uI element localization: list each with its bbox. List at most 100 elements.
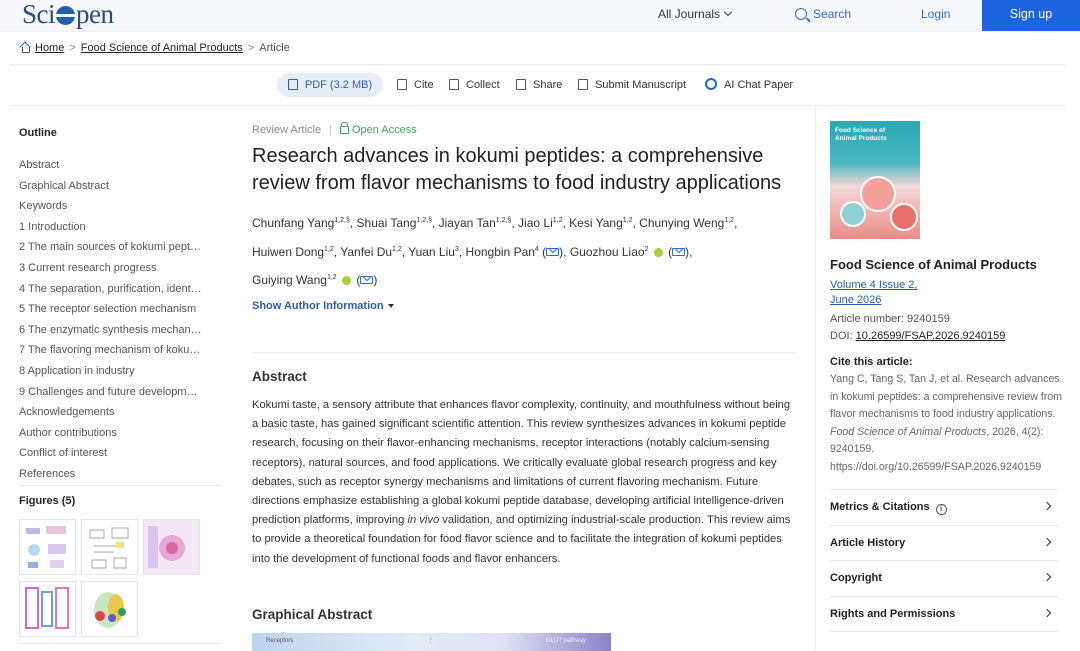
outline-title: Outline xyxy=(19,127,57,139)
breadcrumb-current: Article xyxy=(259,42,290,54)
author-affiliation: 3 xyxy=(454,245,459,253)
outline-item[interactable]: 6 The enzymatic synthesis mechanism xyxy=(19,323,203,344)
volume-issue-link[interactable]: Volume 4 Issue 2, June 2026 xyxy=(830,278,917,308)
outline-item[interactable]: Author contributions xyxy=(19,426,203,447)
outline-item[interactable]: 8 Application in industry xyxy=(19,364,203,385)
outline-item[interactable]: 3 Current research progress xyxy=(19,261,203,282)
author[interactable]: Kesi Yang1,2 xyxy=(569,216,632,230)
author-name: Guiying Wang xyxy=(252,273,327,287)
author[interactable]: Jiao Li1,2 xyxy=(518,216,562,230)
show-author-information-button[interactable]: Show Author Information xyxy=(252,300,797,312)
graphical-abstract-image[interactable]: Receptors ¦ GLUT pathway xyxy=(252,633,611,651)
collect-button[interactable]: Collect xyxy=(449,73,500,97)
article-title: Research advances in kokumi peptides: a … xyxy=(252,145,782,194)
outline-item[interactable]: Acknowledgements xyxy=(19,405,203,426)
home-icon xyxy=(20,42,31,53)
ai-chat-paper-button[interactable]: AI Chat Paper xyxy=(705,73,793,97)
figures-title: Figures (5) xyxy=(19,495,76,507)
author[interactable]: Hongbin Pan4 () xyxy=(466,245,564,259)
breadcrumb-home[interactable]: Home xyxy=(35,42,64,54)
figure-thumbnail[interactable] xyxy=(143,519,200,575)
outline-sidebar: Outline Abstract Graphical Abstract Keywor… xyxy=(19,127,224,488)
orcid-icon[interactable] xyxy=(342,276,352,285)
outline-item[interactable]: 7 The flavoring mechanism of kokumi pept… xyxy=(19,343,203,364)
breadcrumb-separator: > xyxy=(69,42,76,54)
share-icon xyxy=(516,79,526,90)
author-affiliation: 1,2 xyxy=(392,245,402,253)
outline-item[interactable]: Keywords xyxy=(19,199,203,220)
outline-item[interactable]: 1 Introduction xyxy=(19,220,203,241)
sign-up-button[interactable]: Sign up xyxy=(982,0,1080,31)
all-journals-menu[interactable]: All Journals xyxy=(658,0,733,31)
rights-permissions-label: Rights and Permissions xyxy=(830,608,956,620)
figure-thumbnail[interactable] xyxy=(81,581,138,637)
doi-link[interactable]: 10.26599/FSAP.2026.9240159 xyxy=(856,330,1006,342)
citation-text: Yang C, Tang S, Tan J, et al. Research a… xyxy=(830,371,1062,477)
divider xyxy=(252,352,797,353)
cite-label: Cite xyxy=(414,79,434,91)
doi-line: DOI: 10.26599/FSAP.2026.9240159 xyxy=(830,328,1005,345)
email-icon[interactable] xyxy=(546,247,560,256)
chevron-down-icon xyxy=(723,7,733,17)
outline-item[interactable]: 4 The separation, purification, identifi… xyxy=(19,282,203,303)
figure-thumbnail[interactable] xyxy=(19,519,76,575)
panel-divider xyxy=(815,106,816,651)
outline-item[interactable]: 5 The receptor selection mechanism xyxy=(19,302,203,323)
author[interactable]: Chunfang Yang1,2,§ xyxy=(252,216,350,230)
cite-button[interactable]: Cite xyxy=(397,73,434,97)
email-icon[interactable] xyxy=(360,276,374,284)
author[interactable]: Shuai Tang1,2,§ xyxy=(357,216,432,230)
pdf-download-button[interactable]: PDF (3.2 MB) xyxy=(277,73,383,97)
outline-item[interactable]: 9 Challenges and future developments xyxy=(19,385,203,406)
email-icon[interactable] xyxy=(672,247,686,256)
graphical-abstract-heading: Graphical Abstract xyxy=(252,607,373,622)
outline-item[interactable]: Conflict of interest xyxy=(19,446,203,467)
manuscript-icon xyxy=(578,79,588,90)
article-history-row[interactable]: Article History xyxy=(830,525,1058,560)
author[interactable]: Jiayan Tan1,2,§ xyxy=(439,216,512,230)
rights-permissions-row[interactable]: Rights and Permissions xyxy=(830,596,1058,631)
submit-manuscript-button[interactable]: Submit Manuscript xyxy=(578,73,686,97)
search-label: Search xyxy=(813,7,852,21)
copyright-row[interactable]: Copyright xyxy=(830,560,1058,595)
search-button[interactable]: Search xyxy=(795,0,851,31)
abstract-heading: Abstract xyxy=(252,369,307,384)
author-name: Yanfei Du xyxy=(340,244,393,259)
citation-journal: Food Science of Animal Products xyxy=(830,425,987,438)
login-link[interactable]: Login xyxy=(921,0,950,31)
abstract-emphasis: in vivo xyxy=(407,514,440,527)
author-name: Huiwen Dong xyxy=(252,244,325,259)
share-label: Share xyxy=(533,79,563,91)
citation-part-1: Yang C, Tang S, Tan J, et al. Research a… xyxy=(830,373,1062,421)
open-access-label: Open Access xyxy=(351,124,417,136)
breadcrumb-journal[interactable]: Food Science of Animal Products xyxy=(81,42,243,54)
author-affiliation: 1,2 xyxy=(326,274,337,281)
caret-down-icon xyxy=(387,303,394,308)
author-affiliation: 4 xyxy=(534,245,539,253)
author-name: Yuan Liu xyxy=(408,244,455,259)
submit-label: Submit Manuscript xyxy=(595,79,687,91)
tag-separator: | xyxy=(329,124,332,136)
figure-5-thumb-image xyxy=(94,592,126,628)
journal-cover-image[interactable]: Food Science of Animal Products xyxy=(830,121,920,239)
author-name: Kesi Yang xyxy=(569,216,623,230)
figure-thumbnail[interactable] xyxy=(19,581,76,637)
figure-thumbnail[interactable] xyxy=(81,519,138,575)
outline-item[interactable]: 2 The main sources of kokumi peptides xyxy=(19,240,203,261)
outline-item[interactable]: Abstract xyxy=(19,158,203,179)
article-meta: Article number: 9240159 DOI: 10.26599/FS… xyxy=(830,311,1005,345)
orcid-icon[interactable] xyxy=(653,247,663,257)
share-button[interactable]: Share xyxy=(516,73,562,97)
ai-chat-label: AI Chat Paper xyxy=(724,79,794,91)
author[interactable]: Guiying Wang1,2 () xyxy=(252,273,377,287)
journal-name[interactable]: Food Science of Animal Products xyxy=(830,257,1037,272)
outline-item[interactable]: Graphical Abstract xyxy=(19,179,203,200)
author[interactable]: Guozhou Liao2 () xyxy=(570,245,689,259)
author[interactable]: Chunying Weng1,2 xyxy=(639,216,734,230)
author[interactable]: Huiwen Dong1,2 xyxy=(252,245,334,259)
author[interactable]: Yanfei Du1,2 xyxy=(340,245,402,259)
sciopen-logo[interactable]: Sci pen xyxy=(22,0,114,29)
author-name: Chunfang Yang xyxy=(252,216,335,230)
author[interactable]: Yuan Liu3 xyxy=(408,245,459,259)
metrics-citations-row[interactable]: Metrics & Citations i xyxy=(830,489,1058,524)
